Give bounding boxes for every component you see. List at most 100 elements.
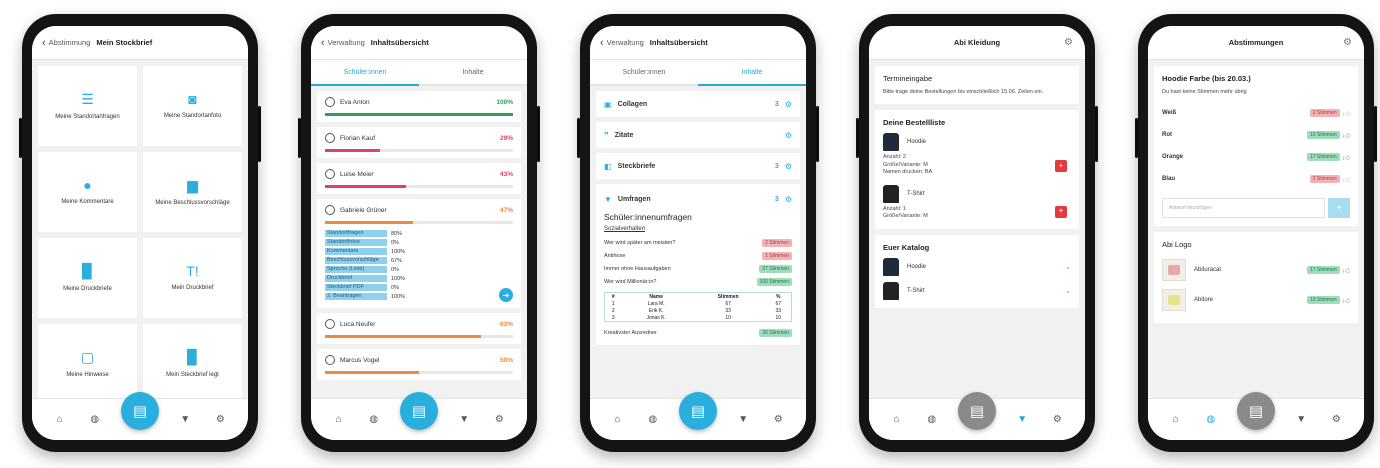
globe-icon[interactable]: ◍ [86, 414, 104, 425]
add-answer-input[interactable]: Antwort hinzufügen [1162, 198, 1325, 219]
person-card-expanded[interactable]: Gabriele Grüner 47% Standortfragen 80% Sta… [317, 199, 521, 308]
back-label[interactable]: Abstimmung [49, 38, 91, 47]
book-icon[interactable]: ▤ [957, 391, 996, 430]
table-header: % [775, 293, 781, 300]
order-item: Hoodie [883, 133, 1071, 152]
tab-inhalte[interactable]: Inhalte [698, 60, 806, 86]
back-icon[interactable]: ‹ [600, 37, 604, 49]
globe-icon[interactable]: ◍ [644, 414, 662, 425]
globe-icon[interactable]: ◍ [1202, 414, 1220, 425]
tile-druckbrief[interactable]: T! Mein Druckbrief [143, 238, 242, 318]
home-icon[interactable]: ⌂ [609, 414, 627, 425]
add-button[interactable]: + [1055, 160, 1067, 173]
book-icon[interactable]: ▤ [399, 391, 438, 430]
settings-icon[interactable]: ⚙ [1327, 414, 1345, 425]
person-card[interactable]: Luca Neufer 83% [317, 313, 521, 344]
catalog-item[interactable]: T-Shirt ⌄ [883, 281, 1071, 300]
poll-option[interactable]: Rot 10 Stimmen 👍︎ [1162, 124, 1350, 146]
section-count: 3 [774, 162, 779, 170]
settings-icon[interactable]: ⚙ [769, 414, 787, 425]
section-steckbriefe[interactable]: ◧ Steckbriefe 3 ⚙ [596, 153, 800, 179]
section-umfragen-header[interactable]: ▼ Umfragen 3 ⚙ [596, 190, 800, 208]
arrow-right-icon[interactable]: ➜ [499, 288, 513, 302]
gear-icon[interactable]: ⚙ [785, 162, 792, 171]
section-umfragen: ▼ Umfragen 3 ⚙ Schüler:innenumfragen Sozial… [596, 184, 800, 345]
poll-option[interactable]: Blau 2 Stimmen 👍︎ [1162, 168, 1350, 190]
chevron-down-icon[interactable]: ⌄ [1065, 287, 1071, 295]
trophy-icon[interactable]: ▼ [455, 414, 473, 425]
trophy-icon[interactable]: ▼ [734, 414, 752, 425]
settings-icon[interactable]: ⚙ [490, 414, 508, 425]
question-row[interactable]: Wer wird später am meisten? 2 Stimmen [604, 236, 792, 249]
settings-icon[interactable]: ⚙ [211, 414, 229, 425]
home-icon[interactable]: ⌂ [51, 414, 69, 425]
thumbs-up-icon[interactable]: 👍︎ [1343, 153, 1350, 162]
gear-icon[interactable]: ⚙ [1064, 37, 1073, 48]
thumbs-up-icon[interactable]: 👍︎ [1343, 131, 1350, 140]
chevron-down-icon[interactable]: ⌄ [1065, 263, 1071, 271]
add-answer-button[interactable]: + [1328, 198, 1350, 219]
tile-beschlussvorschlaege[interactable]: ▆ Meine Beschlussvorschläge [143, 152, 242, 232]
catalog-item[interactable]: Hoodie ⌄ [883, 257, 1071, 276]
progress-fill [325, 335, 482, 338]
question-row[interactable]: Antihose 1 Stimmen [604, 249, 792, 262]
tile-kommentare[interactable]: ● Meine Kommentare [38, 152, 137, 232]
tile-steckbrief[interactable]: ▉ Mein Steckbrief legt [143, 324, 242, 404]
tab-inhalte[interactable]: Inhalte [419, 60, 527, 86]
avatar [325, 319, 335, 329]
home-icon[interactable]: ⌂ [888, 414, 906, 425]
book-icon[interactable]: ▤ [120, 391, 159, 430]
book-icon[interactable]: ▤ [1236, 391, 1275, 430]
gear-icon[interactable]: ⚙ [1343, 37, 1352, 48]
poll-option[interactable]: Orange 17 Stimmen 👍︎ [1162, 146, 1350, 168]
question-text: Wer wird später am meisten? [604, 239, 676, 246]
home-icon[interactable]: ⌂ [330, 414, 348, 425]
back-icon[interactable]: ‹ [42, 37, 46, 49]
survey-category[interactable]: Sozialverhalten [604, 226, 792, 232]
tile-standortanfragen[interactable]: ☰ Meine Standortanfragen [38, 66, 137, 146]
back-label[interactable]: Verwaltung [328, 38, 365, 47]
tile-druckbriefe[interactable]: ▉ Meine Druckbriefe [38, 238, 137, 318]
tile-standortfoto[interactable]: ◙ Meine Standortanfoto [143, 66, 242, 146]
section-zitate[interactable]: ❞ Zitate ⚙ [596, 122, 800, 148]
logo-option[interactable]: Abitore 19 Stimmen 👍︎ [1162, 285, 1350, 315]
phone-2: ‹ Verwaltung Inhaltsübersicht Schüler:in… [298, 14, 540, 452]
tab-bar: Schüler:innen Inhalte [311, 60, 527, 86]
poll-option[interactable]: Weiß 2 Stimmen 👍︎ [1162, 102, 1350, 124]
person-card[interactable]: Marcus Vogel 50% [317, 349, 521, 380]
section-collagen[interactable]: ▣ Collagen 3 ⚙ [596, 91, 800, 117]
book-icon[interactable]: ▤ [678, 391, 717, 430]
thumbs-up-icon[interactable]: 👍︎ [1343, 109, 1350, 118]
globe-icon[interactable]: ◍ [923, 414, 941, 425]
question-text: Immer ohne Hausaufgaben [604, 265, 671, 272]
tab-schueler[interactable]: Schüler:innen [590, 60, 698, 86]
gear-icon[interactable]: ⚙ [785, 131, 792, 140]
person-card[interactable]: Florian Kauf 29% [317, 127, 521, 158]
back-icon[interactable]: ‹ [321, 37, 325, 49]
tab-schueler[interactable]: Schüler:innen [311, 60, 419, 86]
globe-icon[interactable]: ◍ [365, 414, 383, 425]
question-row[interactable]: Immer ohne Hausaufgaben 27 Stimmen [604, 262, 792, 275]
catalog-item-name: T-Shirt [907, 287, 925, 294]
bottom-nav: ⌂ ◍ ▤ ▼ ⚙ [590, 391, 806, 440]
logo-option[interactable]: Abituracat 17 Stimmen 👍︎ [1162, 255, 1350, 285]
person-card[interactable]: Eva Anton 100% [317, 91, 521, 122]
trophy-icon[interactable]: ▼ [1292, 414, 1310, 425]
thumbs-up-icon[interactable]: 👍︎ [1343, 175, 1350, 184]
gear-icon[interactable]: ⚙ [785, 100, 792, 109]
section-count: 3 [774, 195, 779, 203]
trophy-icon[interactable]: ▼ [1013, 414, 1031, 425]
back-label[interactable]: Verwaltung [607, 38, 644, 47]
tshirt-icon [883, 281, 899, 300]
person-card[interactable]: Luise Meier 43% [317, 163, 521, 194]
thumbs-up-icon[interactable]: 👍︎ [1343, 266, 1350, 275]
tile-hinweise[interactable]: ▢ Meine Hinweise [38, 324, 137, 404]
question-row[interactable]: Wer wird Millionär:in? 100 Stimmen [604, 275, 792, 288]
settings-icon[interactable]: ⚙ [1048, 414, 1066, 425]
gear-icon[interactable]: ⚙ [785, 195, 792, 204]
trophy-icon[interactable]: ▼ [176, 414, 194, 425]
thumbs-up-icon[interactable]: 👍︎ [1343, 296, 1350, 305]
question-row[interactable]: Kreativster Ausredner 36 Stimmen [604, 326, 792, 339]
home-icon[interactable]: ⌂ [1167, 414, 1185, 425]
add-button[interactable]: + [1055, 205, 1067, 218]
